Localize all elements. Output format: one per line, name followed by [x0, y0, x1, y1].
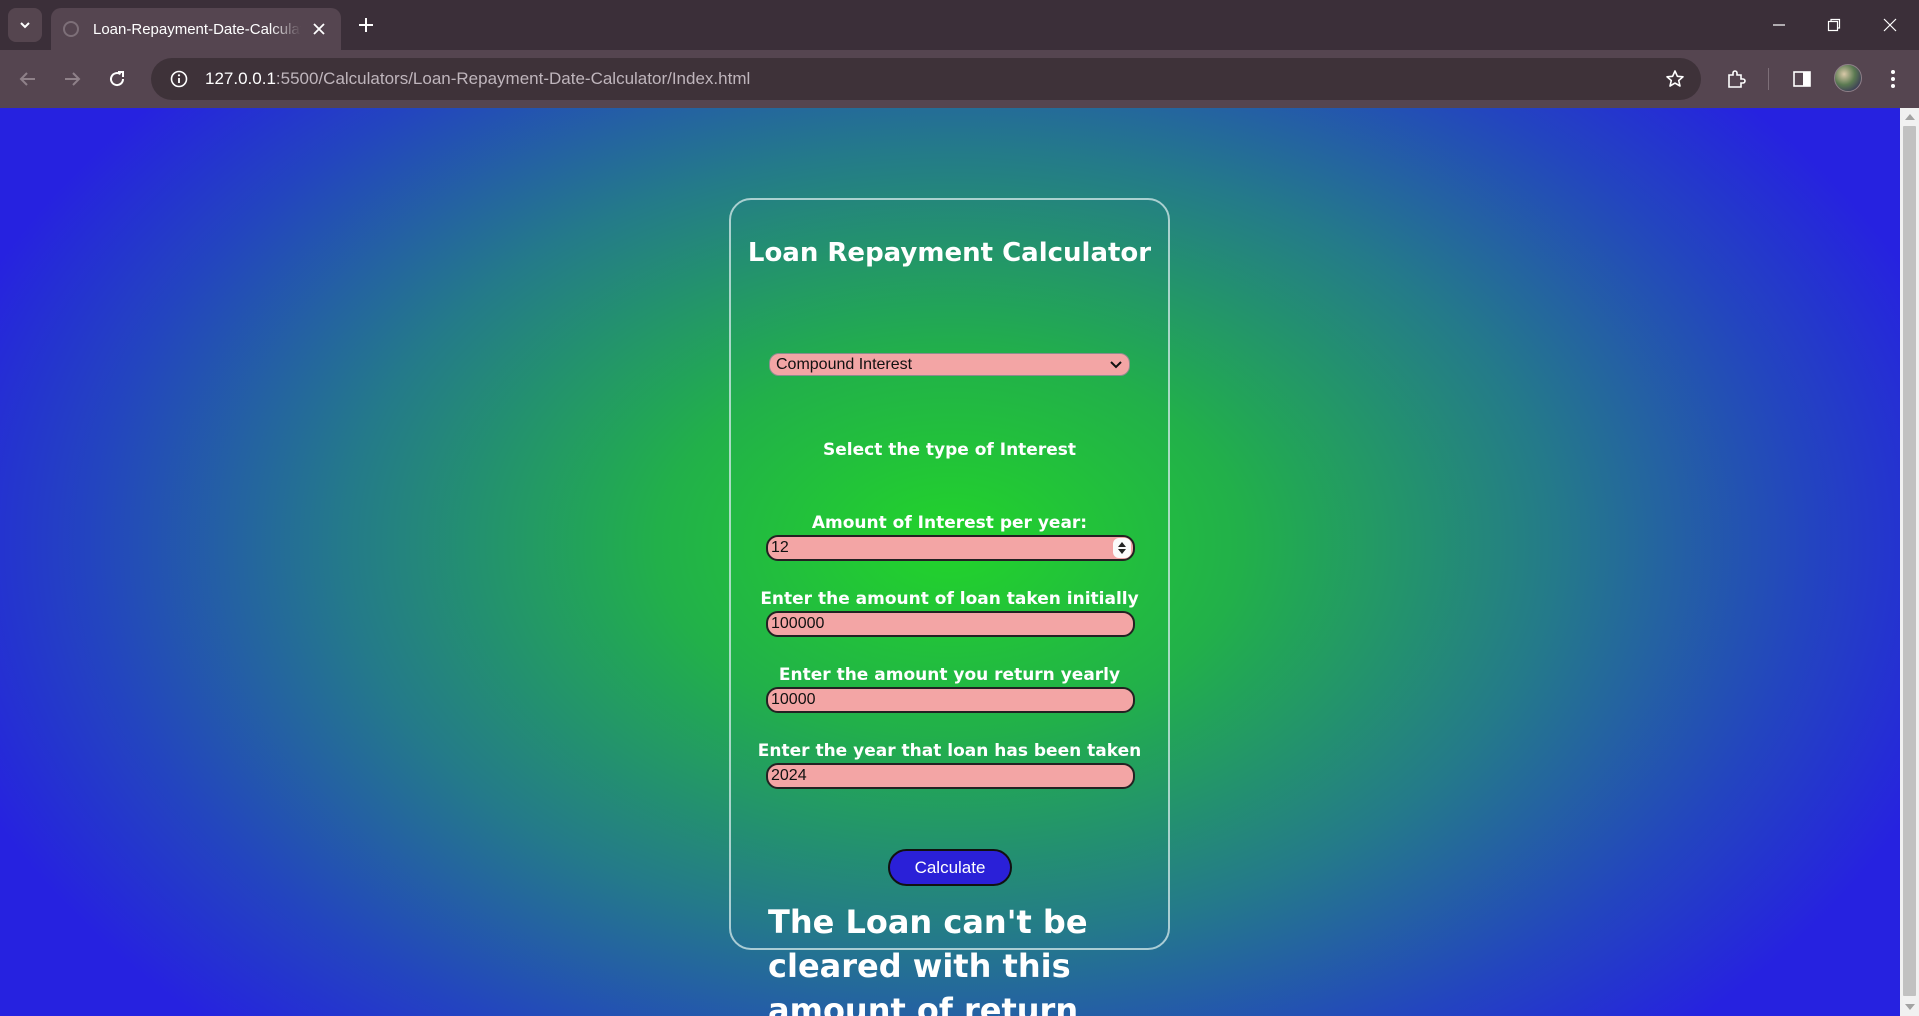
scroll-down-icon[interactable]: [1905, 1004, 1915, 1010]
menu-dots-icon: [1891, 70, 1895, 88]
tab-title: Loan-Repayment-Date-Calculator: [93, 20, 301, 38]
extensions-button[interactable]: [1720, 63, 1752, 95]
calculator-card: Loan Repayment Calculator Select the typ…: [729, 198, 1170, 1016]
reload-icon: [110, 71, 125, 87]
site-info-button[interactable]: [159, 58, 199, 100]
page-scrollbar[interactable]: [1900, 108, 1919, 1016]
yearly-return-value: 10000: [771, 691, 816, 708]
toolbar-separator: [1768, 68, 1769, 90]
interest-type-select[interactable]: Compound Interest: [769, 353, 1130, 376]
minimize-icon: [1772, 24, 1785, 26]
plus-icon: [359, 18, 373, 32]
loan-year-label: Enter the year that loan has been taken: [757, 741, 1142, 761]
loan-amount-label: Enter the amount of loan taken initially: [760, 589, 1139, 609]
spinner-up-icon: [1118, 542, 1126, 547]
scroll-up-icon[interactable]: [1905, 114, 1915, 120]
interest-rate-input[interactable]: 12: [766, 535, 1135, 561]
favicon-icon: [63, 21, 79, 37]
url-host: 127.0.0.1: [205, 69, 276, 88]
spinner-down-icon: [1118, 549, 1126, 554]
reload-button[interactable]: [101, 63, 133, 95]
loan-year-value: 2024: [771, 767, 807, 784]
browser-titlebar: Loan-Repayment-Date-Calculator: [0, 0, 1919, 50]
browser-tab[interactable]: Loan-Repayment-Date-Calculator: [51, 8, 341, 50]
tab-search-icon: [20, 22, 30, 29]
side-panel-icon: [1793, 71, 1811, 87]
yearly-return-label: Enter the amount you return yearly: [778, 665, 1121, 685]
minimize-button[interactable]: [1751, 0, 1806, 50]
side-panel-button[interactable]: [1786, 63, 1818, 95]
restore-icon: [1827, 18, 1840, 32]
star-icon: [1666, 70, 1684, 87]
back-arrow-icon: [19, 72, 35, 86]
tab-search-button[interactable]: [8, 8, 42, 42]
forward-arrow-icon: [65, 72, 81, 86]
browser-menu-button[interactable]: [1877, 63, 1909, 95]
url-path: :5500/Calculators/Loan-Repayment-Date-Ca…: [275, 69, 751, 88]
tab-close-button[interactable]: [309, 20, 329, 39]
close-window-button[interactable]: [1862, 0, 1917, 50]
close-icon: [313, 22, 325, 35]
page-viewport: Loan Repayment Calculator Select the typ…: [0, 108, 1900, 1016]
back-button[interactable]: [12, 63, 44, 95]
page-title: Loan Repayment Calculator: [747, 238, 1152, 268]
yearly-return-input[interactable]: 10000: [766, 687, 1135, 713]
number-spinner[interactable]: [1113, 538, 1131, 558]
forward-button[interactable]: [56, 63, 88, 95]
loan-year-input[interactable]: 2024: [766, 763, 1135, 789]
close-icon: [1883, 18, 1896, 32]
interest-rate-value: 12: [771, 539, 789, 556]
calculate-button[interactable]: Calculate: [888, 849, 1012, 886]
restore-button[interactable]: [1806, 0, 1861, 50]
bookmark-button[interactable]: [1663, 67, 1687, 91]
address-bar[interactable]: 127.0.0.1:5500/Calculators/Loan-Repaymen…: [151, 58, 1701, 100]
new-tab-button[interactable]: [352, 11, 380, 39]
result-message: The Loan can't be cleared with this amou…: [768, 903, 1088, 1016]
site-info-icon: [170, 70, 188, 88]
loan-amount-value: 100000: [771, 615, 825, 632]
loan-amount-input[interactable]: 100000: [766, 611, 1135, 637]
interest-rate-label: Amount of Interest per year:: [811, 513, 1088, 533]
interest-type-label: Select the type of Interest: [823, 440, 1076, 460]
url-text[interactable]: 127.0.0.1:5500/Calculators/Loan-Repaymen…: [205, 69, 750, 89]
scrollbar-thumb[interactable]: [1903, 126, 1916, 996]
profile-avatar[interactable]: [1834, 64, 1862, 92]
chevron-down-icon: [1109, 358, 1123, 372]
extensions-icon: [1728, 70, 1746, 88]
interest-type-value: Compound Interest: [776, 355, 913, 373]
